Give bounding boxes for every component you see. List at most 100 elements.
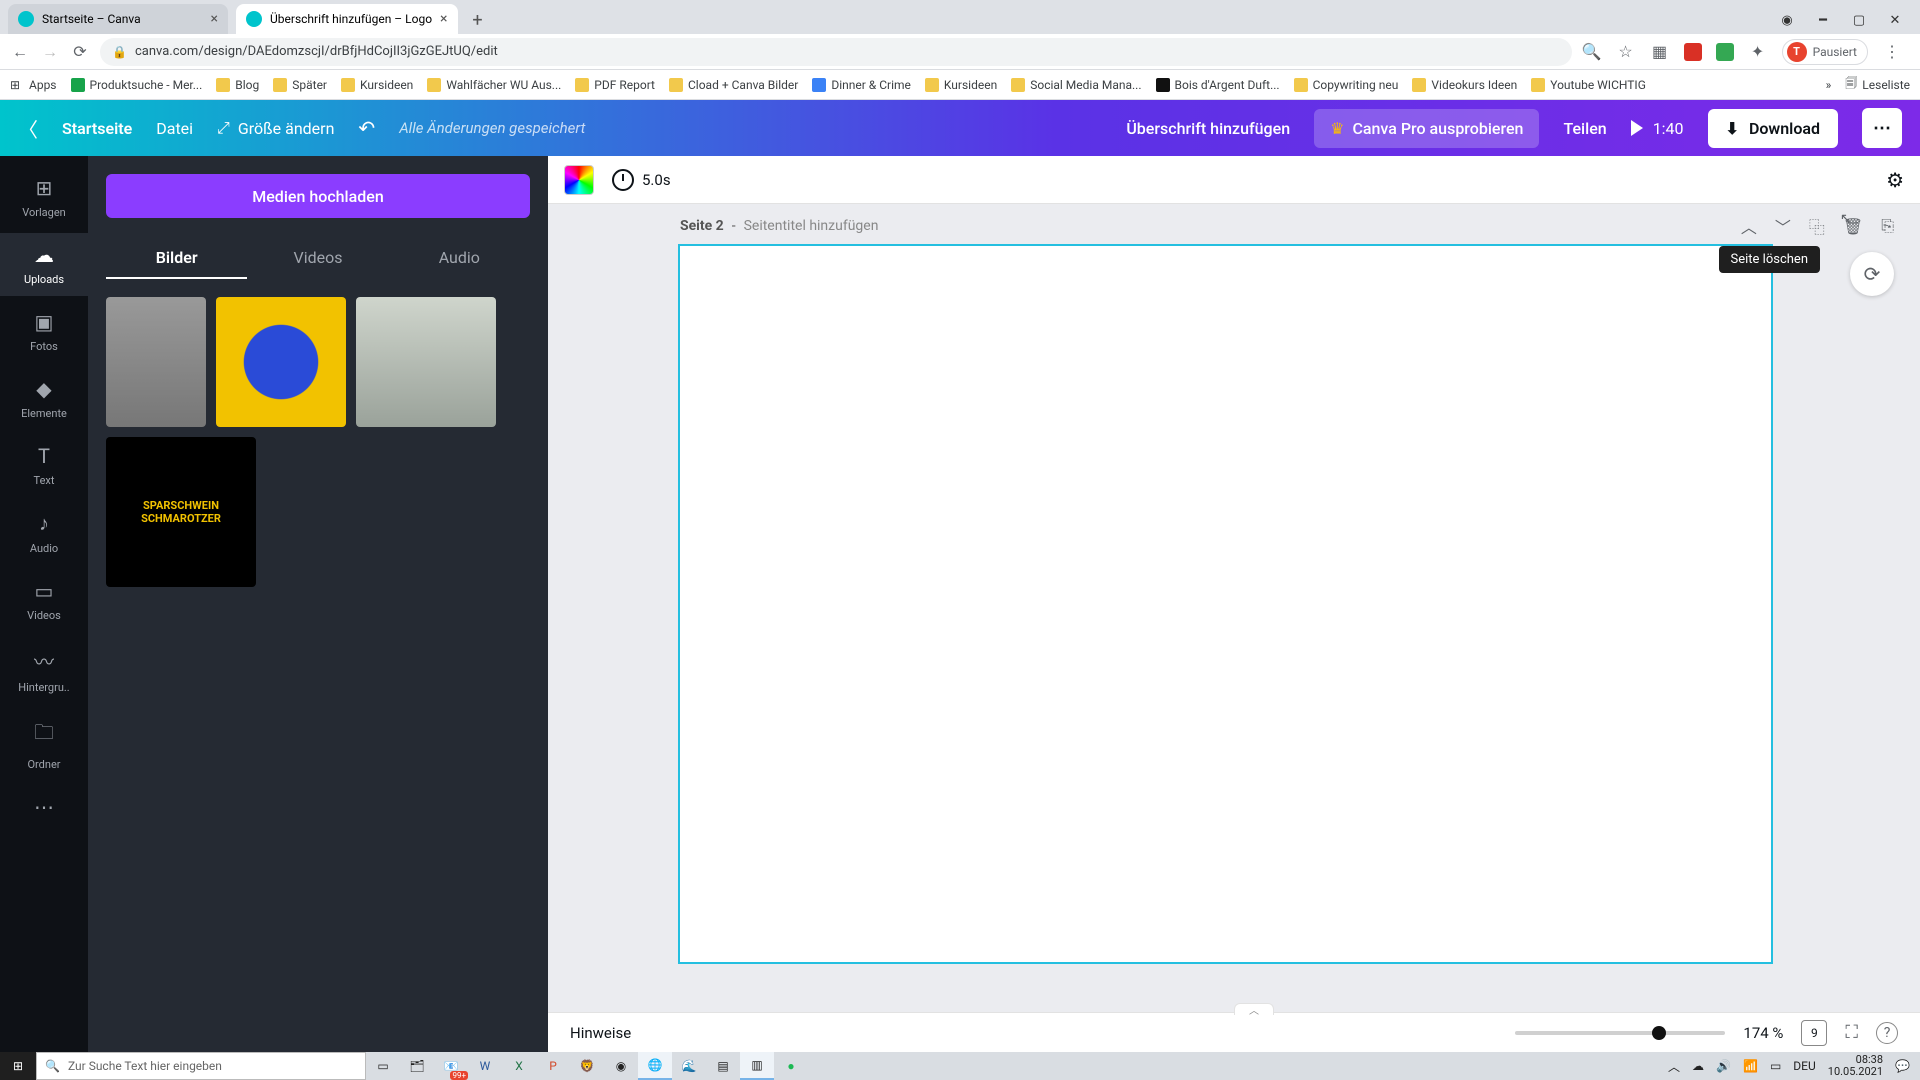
browser-tab-2[interactable]: Überschrift hinzufügen – Logo × <box>236 4 458 34</box>
extensions-icon[interactable]: ✦ <box>1748 42 1768 61</box>
tray-lang[interactable]: DEU <box>1793 1059 1815 1073</box>
add-page-icon[interactable]: ⎘ <box>1881 216 1894 236</box>
apps-button[interactable]: ⊞Apps <box>10 78 57 92</box>
account-switch-icon[interactable]: ◉ <box>1780 13 1794 28</box>
tray-battery-icon[interactable]: ▭ <box>1770 1059 1781 1073</box>
bookmark-item[interactable]: Dinner & Crime <box>812 78 911 92</box>
browser-tab-1[interactable]: Startseite – Canva × <box>8 4 228 34</box>
menu-icon[interactable]: ⋮ <box>1882 42 1902 61</box>
star-icon[interactable]: ☆ <box>1616 42 1636 61</box>
file-menu[interactable]: Datei <box>156 119 193 138</box>
chrome-icon[interactable]: 🌐 <box>638 1052 672 1080</box>
tray-clock[interactable]: 08:38 10.05.2021 <box>1828 1054 1883 1078</box>
app-icon[interactable]: ▤ <box>706 1052 740 1080</box>
tray-chevron-icon[interactable]: ︿ <box>1668 1058 1680 1075</box>
upload-thumbnail[interactable] <box>106 297 206 427</box>
taskbar-search[interactable]: 🔍 Zur Suche Text hier eingeben <box>36 1052 366 1080</box>
filter-icon[interactable]: ⚙ <box>1886 168 1904 192</box>
rail-text[interactable]: TText <box>0 434 88 497</box>
home-link[interactable]: Startseite <box>62 119 132 138</box>
color-swatch[interactable] <box>564 165 594 195</box>
rail-audio[interactable]: ♪Audio <box>0 501 88 565</box>
home-back-icon[interactable]: 〈 <box>18 114 38 143</box>
rail-uploads[interactable]: ☁Uploads <box>0 233 88 296</box>
upload-media-button[interactable]: Medien hochladen <box>106 174 530 218</box>
reload-icon[interactable]: ⟳ <box>70 42 90 61</box>
bookmark-item[interactable]: Bois d'Argent Duft... <box>1156 78 1280 92</box>
help-icon[interactable]: ? <box>1876 1022 1898 1044</box>
panel-tab-images[interactable]: Bilder <box>106 238 247 279</box>
zoom-icon[interactable]: 🔍 <box>1582 42 1602 61</box>
zoom-thumb[interactable] <box>1652 1026 1666 1040</box>
back-icon[interactable]: ← <box>10 42 30 62</box>
forward-icon[interactable]: → <box>40 42 60 62</box>
notes-button[interactable]: Hinweise <box>570 1024 631 1042</box>
extension-icon[interactable] <box>1684 43 1702 61</box>
upload-thumbnail[interactable]: SPARSCHWEINSCHMAROTZER <box>106 437 256 587</box>
page-title-input[interactable]: Seitentitel hinzufügen <box>744 218 879 234</box>
edge-icon[interactable]: 🌊 <box>672 1052 706 1080</box>
share-button[interactable]: Teilen <box>1563 119 1606 138</box>
footer-collapse-handle[interactable]: ︿ <box>1234 1003 1274 1015</box>
maximize-icon[interactable]: ▢ <box>1852 13 1866 28</box>
bookmark-item[interactable]: Cload + Canva Bilder <box>669 78 798 92</box>
explorer-icon[interactable]: 🗂 <box>400 1052 434 1080</box>
bookmark-item[interactable]: Social Media Mana... <box>1011 78 1141 92</box>
panel-tab-audio[interactable]: Audio <box>389 238 530 279</box>
word-icon[interactable]: W <box>468 1052 502 1080</box>
play-button[interactable]: 1:40 <box>1631 119 1684 138</box>
close-icon[interactable]: × <box>211 11 218 27</box>
app-icon-2[interactable]: ▥ <box>740 1052 774 1080</box>
minimize-icon[interactable]: ━ <box>1816 13 1830 28</box>
download-button[interactable]: ⬇Download <box>1708 109 1838 148</box>
close-icon[interactable]: × <box>440 11 447 27</box>
delete-page-icon[interactable]: 🗑 ↖ <box>1843 217 1863 236</box>
mail-icon[interactable]: 📧99+ <box>434 1052 468 1080</box>
bookmark-item[interactable]: PDF Report <box>575 78 655 92</box>
upload-thumbnail[interactable] <box>356 297 496 427</box>
bookmark-item[interactable]: Kursideen <box>341 78 413 92</box>
bookmark-item[interactable]: Youtube WICHTIG <box>1531 78 1646 92</box>
obs-icon[interactable]: ◉ <box>604 1052 638 1080</box>
tray-notifications-icon[interactable]: 💬 <box>1895 1059 1910 1073</box>
rail-elements[interactable]: ◆Elemente <box>0 367 88 430</box>
bookmark-item[interactable]: Wahlfächer WU Aus... <box>427 78 561 92</box>
duplicate-page-icon[interactable]: ⿻ <box>1809 214 1825 238</box>
rail-more[interactable]: ⋯ <box>0 785 88 829</box>
window-close-icon[interactable]: ✕ <box>1888 13 1902 28</box>
rail-videos[interactable]: ▭Videos <box>0 569 88 632</box>
reset-zoom-button[interactable]: ⟳ <box>1850 252 1894 296</box>
tray-onedrive-icon[interactable]: ☁ <box>1692 1059 1704 1073</box>
url-input[interactable]: 🔒 canva.com/design/DAEdomzscjI/drBfjHdCo… <box>100 38 1572 66</box>
page-count-button[interactable]: 9 <box>1801 1020 1827 1046</box>
powerpoint-icon[interactable]: P <box>536 1052 570 1080</box>
try-pro-button[interactable]: ♛Canva Pro ausprobieren <box>1314 109 1539 148</box>
new-tab-button[interactable]: + <box>464 6 492 34</box>
rail-folders[interactable]: 🗀Ordner <box>0 708 88 781</box>
bookmark-item[interactable]: Blog <box>216 78 259 92</box>
bookmark-overflow[interactable]: » <box>1826 78 1832 92</box>
reading-list-button[interactable]: 🗐 Leseliste <box>1845 74 1910 95</box>
tray-wifi-icon[interactable]: 📶 <box>1743 1059 1758 1073</box>
duration-control[interactable]: 5.0s <box>612 169 671 191</box>
brave-icon[interactable]: 🦁 <box>570 1052 604 1080</box>
spotify-icon[interactable]: ● <box>774 1052 808 1080</box>
zoom-slider[interactable] <box>1515 1031 1725 1035</box>
page-scroll[interactable]: Seite 2 - Seitentitel hinzufügen ︿ ﹀ ⿻ 🗑… <box>548 204 1920 1052</box>
tray-volume-icon[interactable]: 🔊 <box>1716 1059 1731 1073</box>
undo-icon[interactable]: ↶ <box>358 116 375 140</box>
resize-button[interactable]: ⤢Größe ändern <box>217 118 334 138</box>
profile-button[interactable]: T Pausiert <box>1782 39 1868 65</box>
rail-photos[interactable]: ▣Fotos <box>0 300 88 363</box>
upload-thumbnail[interactable] <box>216 297 346 427</box>
start-button[interactable]: ⊞ <box>0 1052 36 1080</box>
qr-icon[interactable]: ▦ <box>1650 42 1670 61</box>
bookmark-item[interactable]: Produktsuche - Mer... <box>71 78 203 92</box>
zoom-value[interactable]: 174 % <box>1743 1024 1783 1042</box>
excel-icon[interactable]: X <box>502 1052 536 1080</box>
bookmark-item[interactable]: Später <box>273 78 327 92</box>
rail-background[interactable]: 〰Hintergru.. <box>0 636 88 704</box>
rail-templates[interactable]: ⊞Vorlagen <box>0 166 88 229</box>
page-down-icon[interactable]: ﹀ <box>1775 214 1791 238</box>
more-menu-button[interactable]: ⋯ <box>1862 108 1902 148</box>
